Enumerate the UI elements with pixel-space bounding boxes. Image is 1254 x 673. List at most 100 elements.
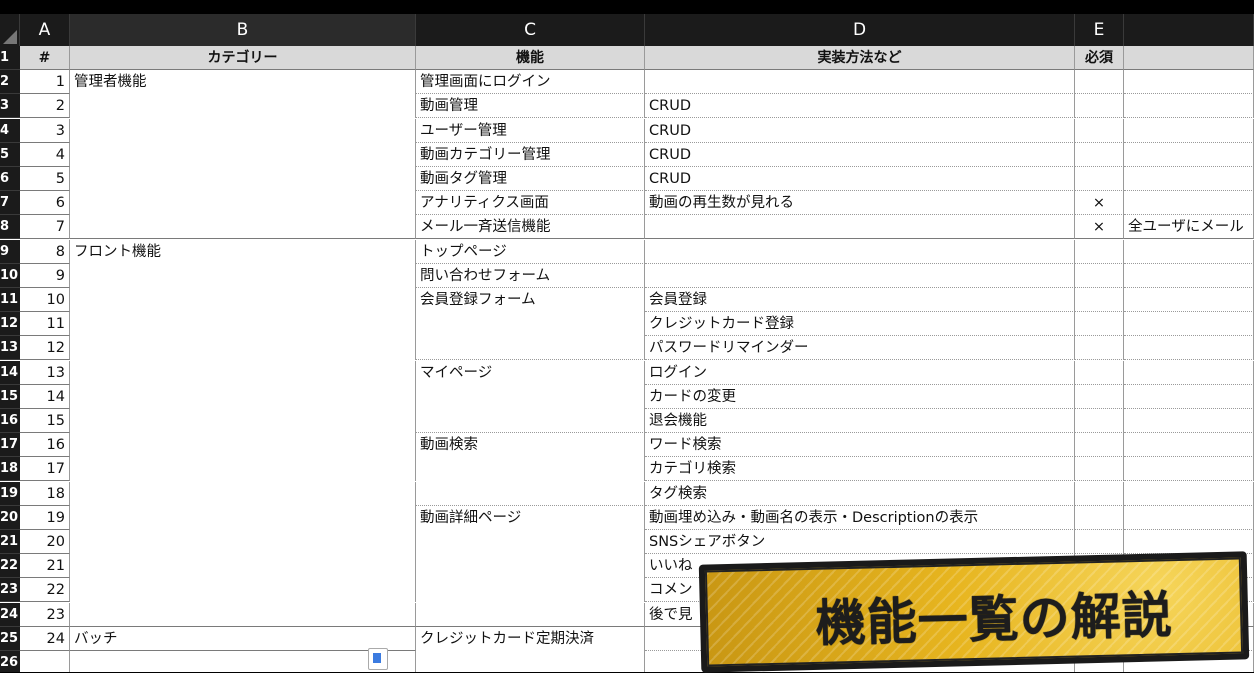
cell-note[interactable] [1124, 94, 1254, 119]
cell-note[interactable] [1124, 457, 1254, 482]
cell-method[interactable]: パスワードリマインダー [645, 336, 1075, 361]
row-number[interactable]: 22 [0, 554, 20, 579]
cell-note[interactable]: 全ユーザにメール [1124, 215, 1254, 240]
cell-category[interactable] [70, 651, 416, 672]
cell-required[interactable] [1075, 530, 1124, 554]
row-number[interactable]: 19 [0, 481, 20, 506]
cell-required[interactable] [1075, 312, 1124, 337]
cell-category[interactable] [70, 312, 416, 337]
cell-method[interactable]: カードの変更 [645, 384, 1075, 409]
cell-category[interactable] [70, 505, 416, 530]
cell-number[interactable]: 17 [20, 457, 70, 482]
cell-method[interactable]: ログイン [645, 360, 1075, 385]
cell-feature[interactable] [416, 384, 645, 409]
cell-required[interactable] [1075, 505, 1124, 530]
cell-required[interactable]: × [1075, 191, 1124, 216]
cell-feature[interactable]: 動画カテゴリー管理 [416, 142, 645, 167]
cell-feature[interactable]: ユーザー管理 [416, 118, 645, 143]
row-number[interactable]: 6 [0, 167, 20, 191]
column-header-d[interactable]: D [645, 14, 1075, 46]
cell-number[interactable]: 6 [20, 191, 70, 216]
cell-category[interactable] [70, 94, 416, 119]
cell-required[interactable] [1075, 288, 1124, 312]
cell-number[interactable]: 5 [20, 167, 70, 191]
cell-category[interactable] [70, 578, 416, 603]
cell-number[interactable]: 11 [20, 312, 70, 337]
cell-note[interactable] [1124, 263, 1254, 288]
row-number[interactable]: 10 [0, 263, 20, 288]
cell-required[interactable] [1075, 94, 1124, 119]
cell-category[interactable] [70, 215, 416, 240]
row-number[interactable]: 11 [0, 288, 20, 312]
cell-number[interactable]: 10 [20, 288, 70, 312]
cell-required[interactable] [1075, 457, 1124, 482]
cell-category[interactable] [70, 142, 416, 167]
cell-category[interactable] [70, 530, 416, 554]
cell-number[interactable]: 15 [20, 409, 70, 433]
cell-method[interactable]: 動画の再生数が見れる [645, 191, 1075, 216]
cell-method[interactable] [645, 263, 1075, 288]
cell-feature[interactable] [416, 409, 645, 433]
cell-number[interactable]: 14 [20, 384, 70, 409]
cell-category[interactable] [70, 118, 416, 143]
row-number[interactable]: 23 [0, 578, 20, 603]
cell-category[interactable] [70, 481, 416, 506]
cell-feature[interactable] [416, 481, 645, 506]
cell-category[interactable] [70, 263, 416, 288]
cell-feature[interactable]: マイページ [416, 360, 645, 385]
cell-feature[interactable]: トップページ [416, 239, 645, 264]
cell-category[interactable] [70, 409, 416, 433]
cell-note[interactable] [1124, 312, 1254, 337]
row-number[interactable]: 21 [0, 530, 20, 554]
cell-required[interactable] [1075, 142, 1124, 167]
select-all-corner[interactable] [0, 14, 20, 46]
cell-feature[interactable]: 会員登録フォーム [416, 288, 645, 312]
cell-number[interactable]: 19 [20, 505, 70, 530]
cell-number[interactable]: 7 [20, 215, 70, 240]
cell-feature[interactable]: 動画検索 [416, 433, 645, 458]
cell-feature[interactable] [416, 457, 645, 482]
cell-feature[interactable] [416, 312, 645, 337]
cell-method[interactable]: タグ検索 [645, 481, 1075, 506]
row-number[interactable]: 13 [0, 336, 20, 361]
cell-category[interactable] [70, 384, 416, 409]
cell-note[interactable] [1124, 191, 1254, 216]
row-number[interactable]: 25 [0, 626, 20, 651]
cell-method[interactable]: クレジットカード登録 [645, 312, 1075, 337]
cell-method[interactable]: 動画埋め込み・動画名の表示・Descriptionの表示 [645, 505, 1075, 530]
cell-number[interactable]: 24 [20, 626, 70, 651]
cell-category[interactable] [70, 602, 416, 627]
row-number[interactable]: 12 [0, 312, 20, 337]
cell-method[interactable]: カテゴリ検索 [645, 457, 1075, 482]
cell-note[interactable] [1124, 142, 1254, 167]
row-number[interactable]: 2 [0, 70, 20, 95]
cell-number[interactable]: 9 [20, 263, 70, 288]
row-number[interactable]: 8 [0, 215, 20, 240]
cell-method[interactable] [645, 215, 1075, 240]
cell-required[interactable] [1075, 481, 1124, 506]
cell-feature[interactable]: 問い合わせフォーム [416, 263, 645, 288]
row-number[interactable]: 9 [0, 239, 20, 264]
cell-category[interactable] [70, 167, 416, 191]
cell-required[interactable] [1075, 336, 1124, 361]
header-note[interactable] [1124, 46, 1254, 70]
cell-feature[interactable] [416, 651, 645, 672]
cell-number[interactable]: 18 [20, 481, 70, 506]
cell-method[interactable]: 会員登録 [645, 288, 1075, 312]
cell-feature[interactable] [416, 602, 645, 627]
cell-feature[interactable]: 動画タグ管理 [416, 167, 645, 191]
row-number[interactable]: 20 [0, 505, 20, 530]
row-number[interactable]: 3 [0, 94, 20, 119]
cell-number[interactable]: 4 [20, 142, 70, 167]
cell-category[interactable] [70, 288, 416, 312]
cell-required[interactable] [1075, 263, 1124, 288]
cell-required[interactable] [1075, 384, 1124, 409]
row-number[interactable]: 17 [0, 433, 20, 458]
cell-number[interactable]: 16 [20, 433, 70, 458]
cell-note[interactable] [1124, 239, 1254, 264]
cell-category[interactable] [70, 433, 416, 458]
cell-number[interactable] [20, 651, 70, 672]
cell-required[interactable] [1075, 433, 1124, 458]
cell-required[interactable] [1075, 167, 1124, 191]
cell-note[interactable] [1124, 167, 1254, 191]
